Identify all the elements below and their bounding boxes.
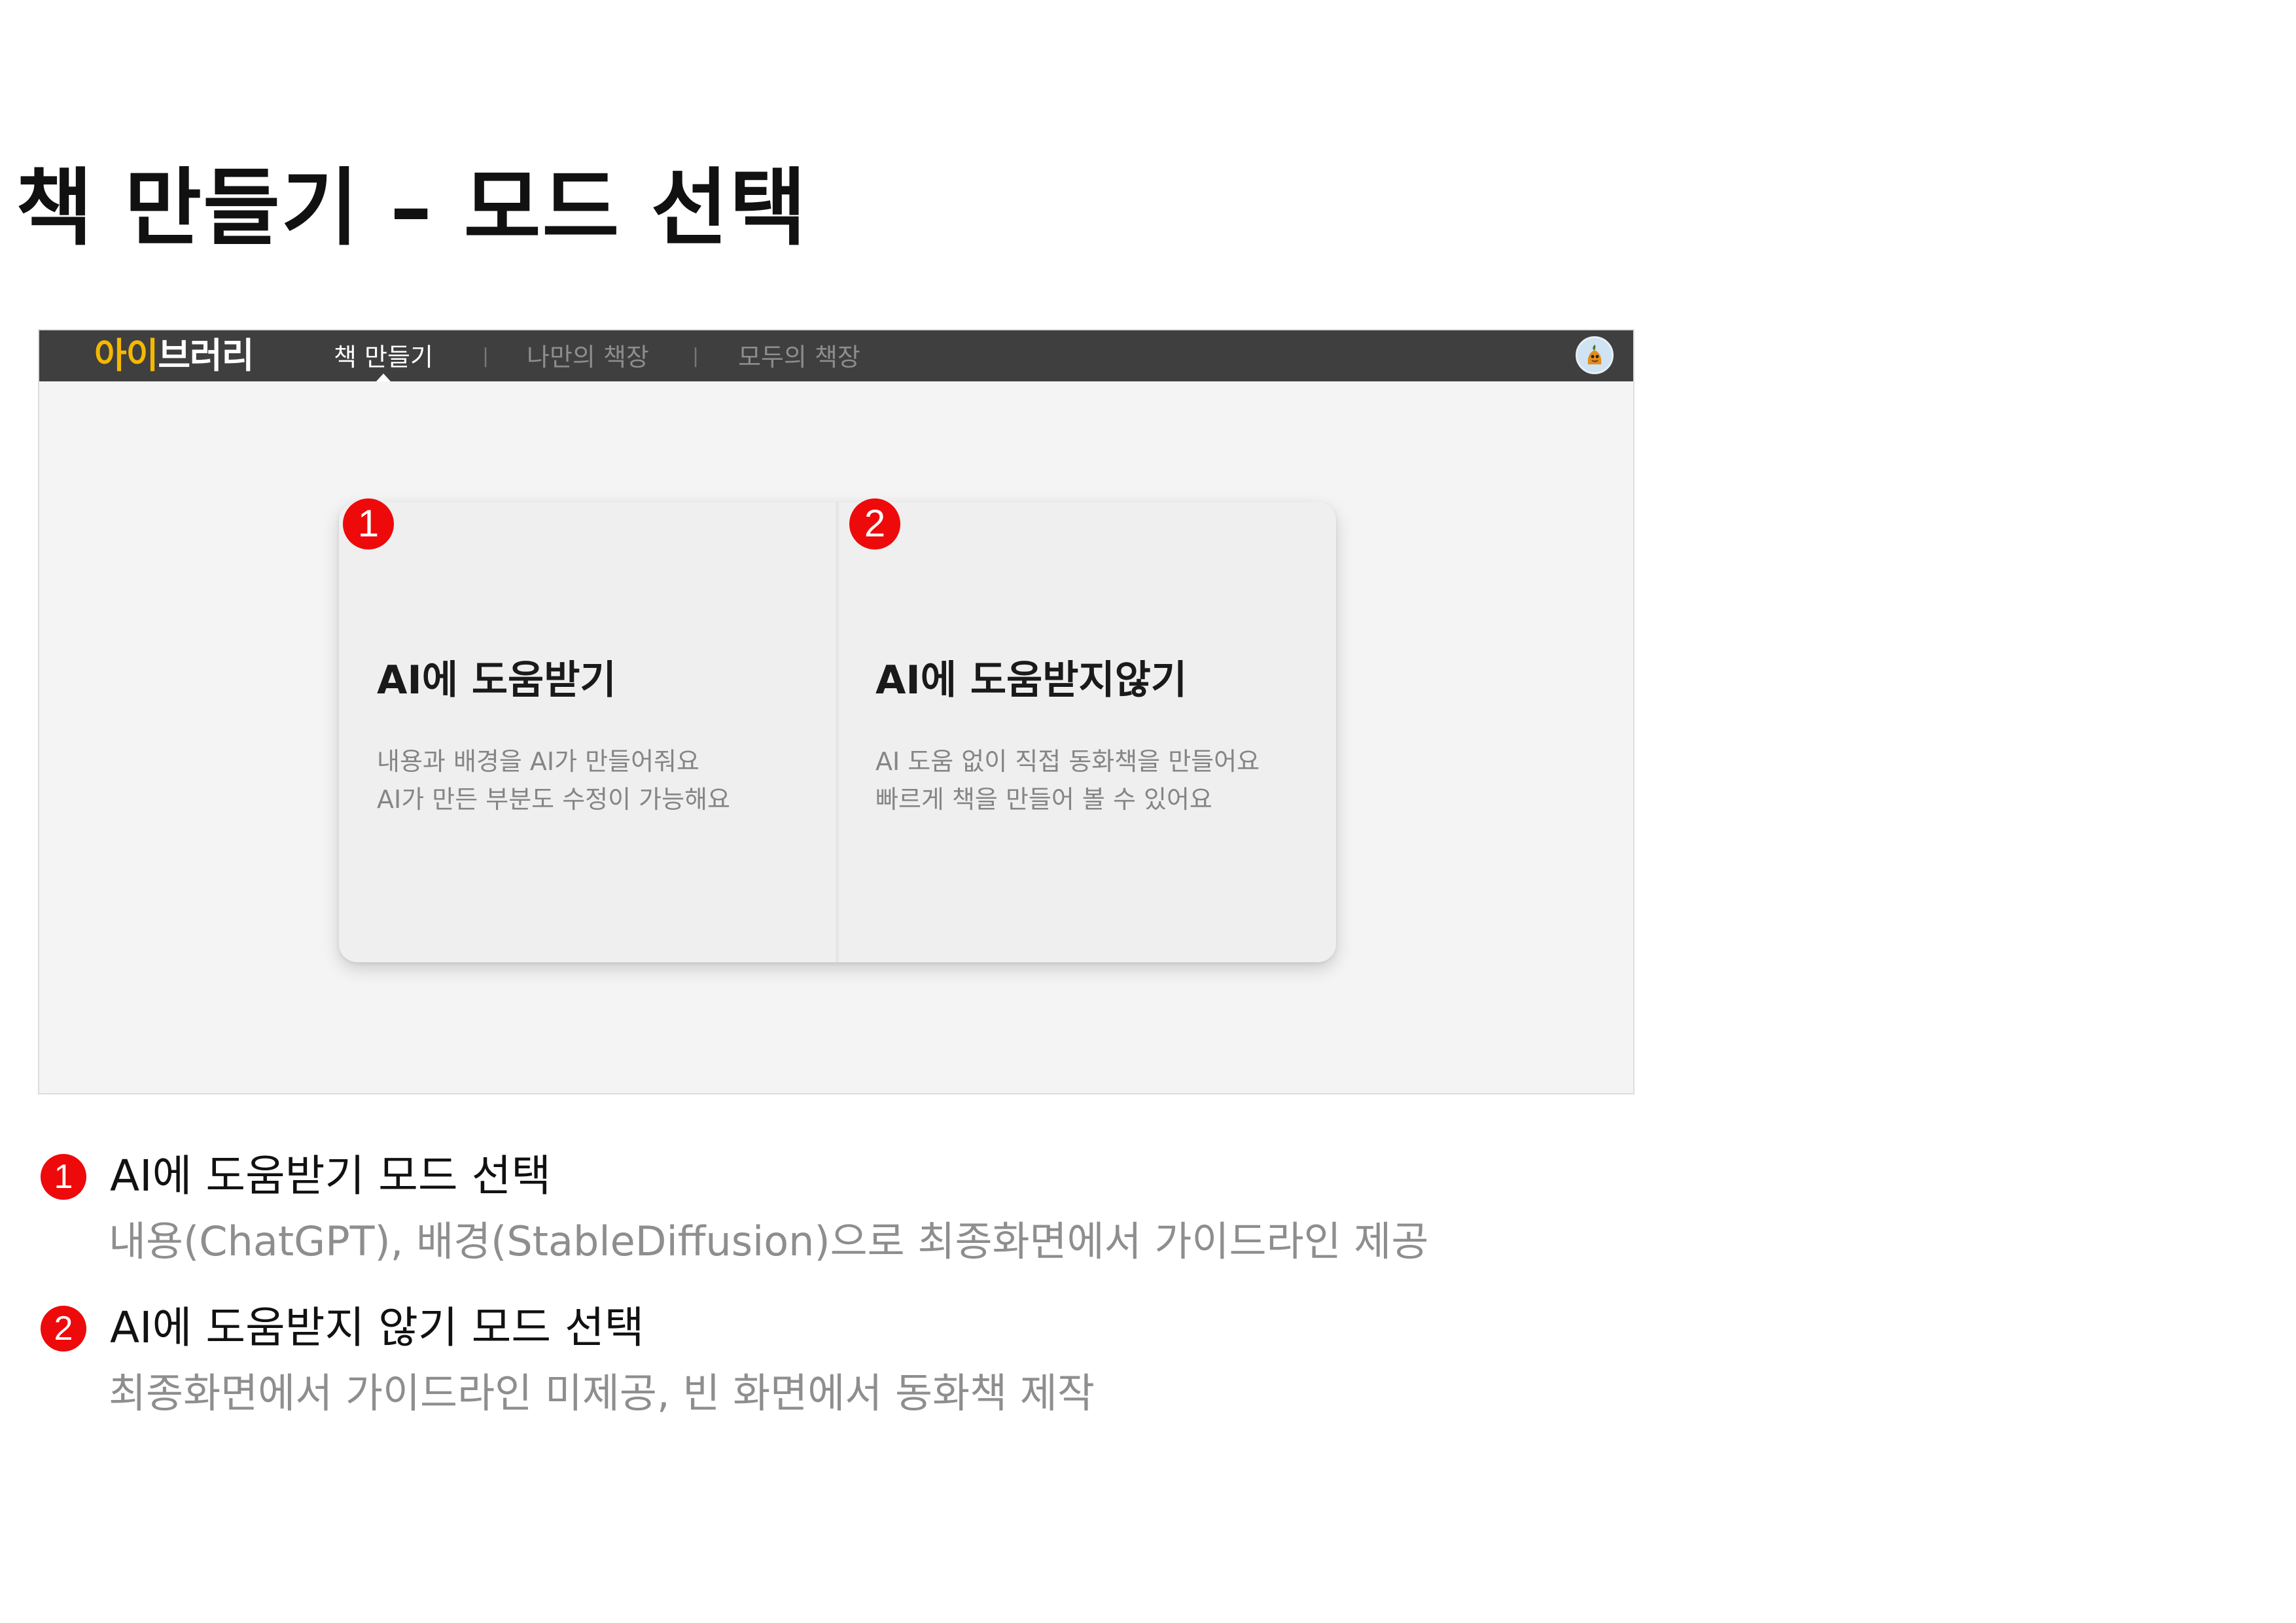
nav-tab-all-bookshelf[interactable]: 모두의 책장 [738, 343, 860, 371]
card-description-line: AI 도움 없이 직접 동화책을 만들어요 [875, 747, 1260, 776]
nav-tab-label: 나만의 책장 [527, 343, 649, 372]
explanation-description: 최종화면에서 가이드라인 미제공, 빈 화면에서 동화책 제작 [109, 1369, 1095, 1417]
app-logo[interactable]: 아이브러리 [94, 335, 254, 376]
explanation-number-badge: 2 [41, 1306, 86, 1352]
page-title: 책 만들기 – 모드 선택 [16, 160, 808, 257]
nav-tab-label: 모두의 책장 [738, 343, 860, 372]
app-screenshot: 아이브러리 책 만들기 | 나만의 책장 | 모두의 책장 AI에 도움받기 내… [38, 329, 1634, 1094]
nav-separator: | [482, 345, 489, 368]
explanation-number-badge: 1 [41, 1154, 86, 1200]
avatar-character-icon [1578, 338, 1612, 372]
card-title: AI에 도움받기 [377, 657, 616, 703]
card-description: AI 도움 없이 직접 동화책을 만들어요 빠르게 책을 만들어 볼 수 있어요 [875, 742, 1260, 818]
logo-rest-text: 브러리 [158, 335, 254, 376]
nav-separator: | [692, 345, 699, 368]
mode-card-ai-assisted[interactable]: AI에 도움받기 내용과 배경을 AI가 만들어줘요 AI가 만든 부분도 수정… [339, 502, 836, 962]
top-navbar: 아이브러리 책 만들기 | 나만의 책장 | 모두의 책장 [39, 330, 1633, 381]
card-description-line: 빠르게 책을 만들어 볼 수 있어요 [875, 785, 1212, 814]
nav-tab-make-book[interactable]: 책 만들기 [334, 343, 433, 381]
callout-badge-2: 2 [849, 498, 900, 550]
card-description-line: AI가 만든 부분도 수정이 가능해요 [377, 785, 730, 814]
logo-accent-text: 아이 [94, 335, 158, 376]
user-avatar-icon[interactable] [1576, 336, 1614, 374]
callout-badge-1: 1 [343, 498, 394, 550]
explanation-heading: AI에 도움받지 않기 모드 선택 [110, 1302, 645, 1353]
mode-card-manual[interactable]: AI에 도움받지않기 AI 도움 없이 직접 동화책을 만들어요 빠르게 책을 … [838, 502, 1336, 962]
nav-tab-label: 책 만들기 [334, 343, 433, 372]
mode-card-group: AI에 도움받기 내용과 배경을 AI가 만들어줘요 AI가 만든 부분도 수정… [339, 502, 1336, 962]
explanation-description: 내용(ChatGPT), 배경(StableDiffusion)으로 최종화면에… [109, 1217, 1429, 1265]
explanation-heading: AI에 도움받기 모드 선택 [110, 1151, 552, 1201]
card-title: AI에 도움받지않기 [875, 657, 1188, 703]
active-tab-caret-icon [376, 374, 391, 381]
card-description: 내용과 배경을 AI가 만들어줘요 AI가 만든 부분도 수정이 가능해요 [377, 742, 730, 818]
nav-tab-my-bookshelf[interactable]: 나만의 책장 [527, 343, 649, 371]
card-description-line: 내용과 배경을 AI가 만들어줘요 [377, 747, 699, 776]
